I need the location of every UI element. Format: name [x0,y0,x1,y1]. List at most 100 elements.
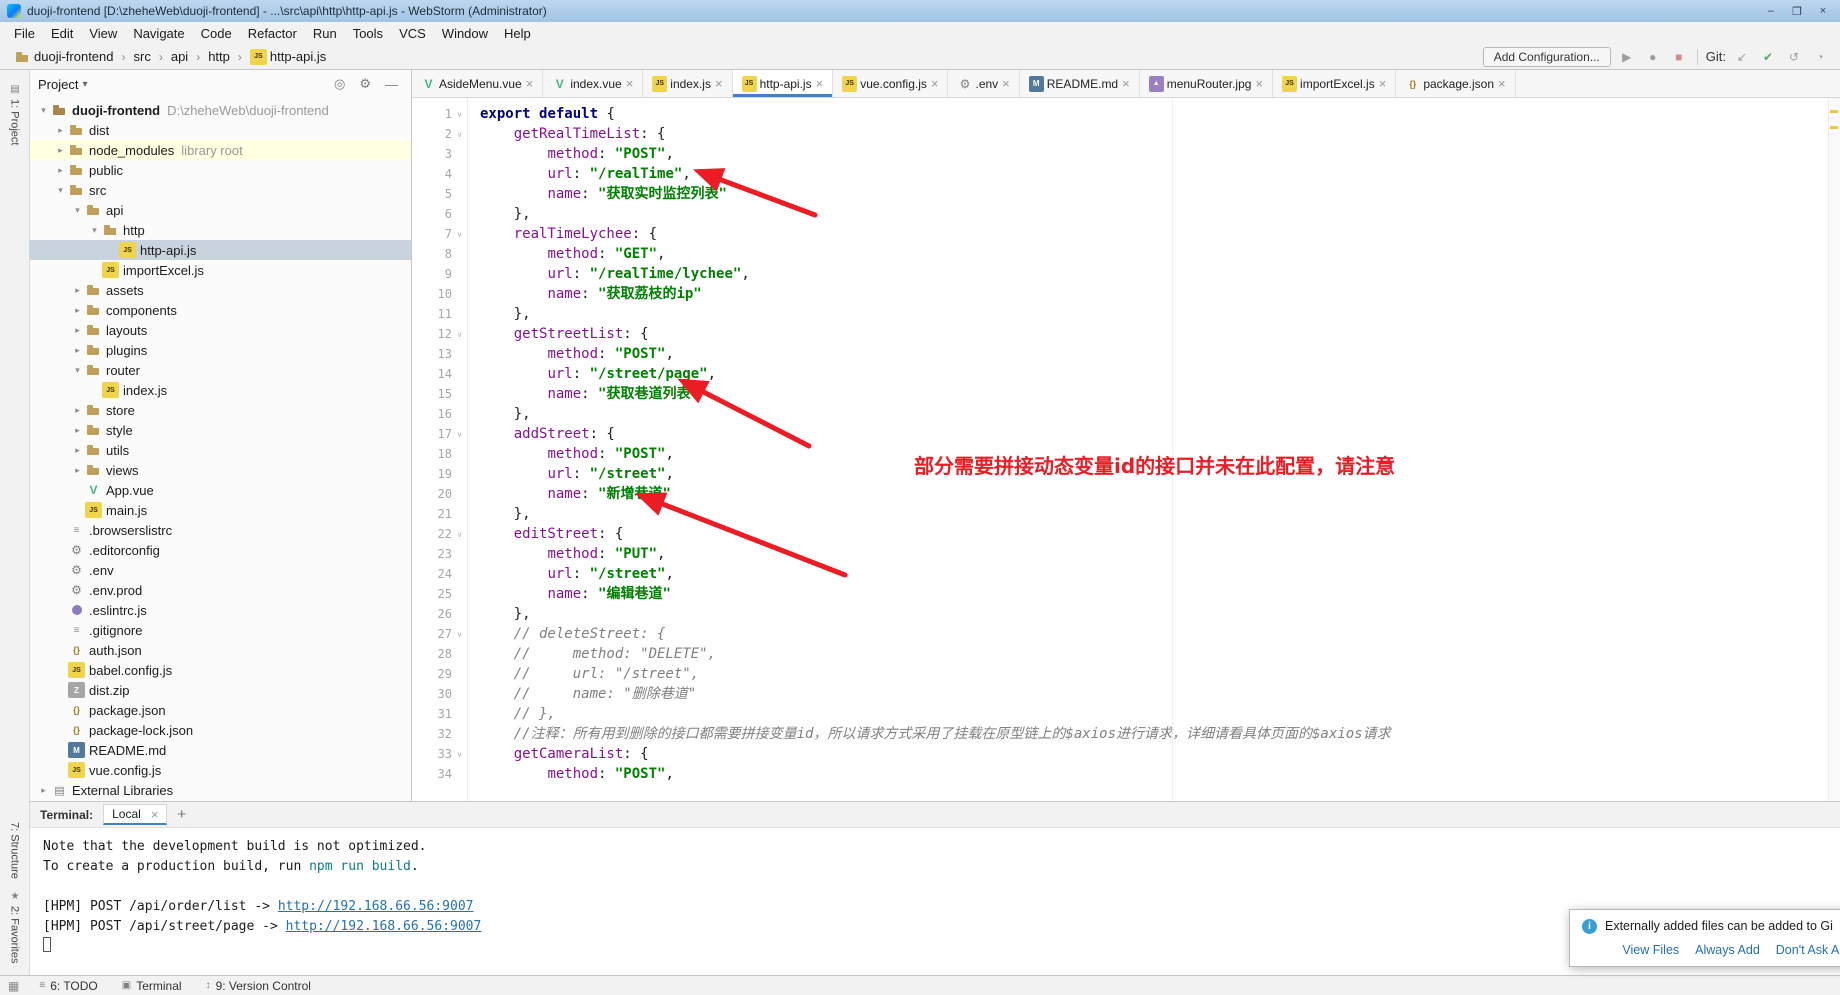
gear-icon[interactable]: ⚙ [354,76,376,92]
close-icon[interactable]: × [816,77,824,90]
terminal-link[interactable]: http://192.168.66.56:9007 [286,919,482,934]
tree-item-http-api.js[interactable]: JShttp-api.js [30,240,411,260]
fold-icon[interactable]: ∨ [452,330,467,339]
code-line[interactable]: getCameraList: { [480,744,1826,764]
new-terminal-button[interactable]: + [177,806,186,823]
close-icon[interactable]: × [1379,77,1387,90]
tree-expand-icon[interactable]: ▸ [70,465,85,476]
code-line[interactable]: method: "POST", [480,444,1826,464]
tab-vue.config.js[interactable]: JSvue.config.js× [833,70,948,97]
status-todo[interactable]: ≡6: TODO [27,979,109,993]
fold-icon[interactable]: ∨ [452,530,467,539]
close-icon[interactable]: × [1255,77,1263,90]
fold-icon[interactable]: ∨ [452,110,467,119]
close-icon[interactable]: × [626,77,634,90]
tree-item-package-lock.json[interactable]: {}package-lock.json [30,720,411,740]
menu-item-tools[interactable]: Tools [345,24,391,43]
code-line[interactable]: method: "PUT", [480,544,1826,564]
fold-icon[interactable]: ∨ [452,430,467,439]
tree-item-duoji-frontend[interactable]: ▾duoji-frontendD:\zheheWeb\duoji-fronten… [30,100,411,120]
tree-item-.gitignore[interactable]: ≡.gitignore [30,620,411,640]
notification-action-view-files[interactable]: View Files [1622,943,1679,957]
menu-item-run[interactable]: Run [305,24,345,43]
code-line[interactable]: }, [480,204,1826,224]
tree-item-dist.zip[interactable]: Zdist.zip [30,680,411,700]
tree-item-.env.prod[interactable]: ⚙.env.prod [30,580,411,600]
code-line[interactable]: addStreet: { [480,424,1826,444]
tab-http-api.js[interactable]: JShttp-api.js× [733,70,834,97]
code-line[interactable]: editStreet: { [480,524,1826,544]
hide-panel-icon[interactable]: — [380,77,403,92]
tab-index.js[interactable]: JSindex.js× [643,70,732,97]
fold-icon[interactable]: ∨ [452,130,467,139]
tool-window-structure-button[interactable]: 7: Structure [9,822,21,879]
tree-item-style[interactable]: ▸style [30,420,411,440]
tree-collapse-icon[interactable]: ▾ [36,105,51,116]
tab-menurouter.jpg[interactable]: ▲menuRouter.jpg× [1140,70,1273,97]
debug-icon[interactable]: ● [1643,50,1663,64]
code-line[interactable]: url: "/street", [480,564,1826,584]
tree-item-api[interactable]: ▾api [30,200,411,220]
notification-action-always-add[interactable]: Always Add [1695,943,1760,957]
tree-collapse-icon[interactable]: ▾ [70,365,85,376]
tool-window-favorites-button[interactable]: ★2: Favorites [9,891,21,963]
tree-expand-icon[interactable]: ▸ [53,165,68,176]
tree-collapse-icon[interactable]: ▾ [70,205,85,216]
tree-item-src[interactable]: ▾src [30,180,411,200]
code-line[interactable]: url: "/street", [480,464,1826,484]
menu-item-window[interactable]: Window [434,24,496,43]
tab-asidemenu.vue[interactable]: VAsideMenu.vue× [412,70,543,97]
tree-item-babel.config.js[interactable]: JSbabel.config.js [30,660,411,680]
git-commit-icon[interactable]: ✔ [1758,50,1778,64]
status-terminal[interactable]: ▣Terminal [110,979,194,993]
fold-icon[interactable]: ∨ [452,630,467,639]
tab-package.json[interactable]: {}package.json× [1396,70,1515,97]
code-line[interactable]: // name: "删除巷道" [480,684,1826,704]
tree-expand-icon[interactable]: ▸ [70,325,85,336]
add-configuration-button[interactable]: Add Configuration... [1483,47,1611,67]
menu-item-vcs[interactable]: VCS [391,24,434,43]
close-icon[interactable]: × [1498,77,1506,90]
warning-mark[interactable] [1830,110,1838,113]
tree-item-utils[interactable]: ▸utils [30,440,411,460]
breadcrumb-item-api[interactable]: api [167,48,192,65]
close-button[interactable]: × [1810,5,1836,18]
code-line[interactable]: url: "/realTime/lychee", [480,264,1826,284]
tree-item-store[interactable]: ▸store [30,400,411,420]
tree-item-plugins[interactable]: ▸plugins [30,340,411,360]
minimize-button[interactable]: – [1758,5,1784,18]
tree-expand-icon[interactable]: ▸ [70,405,85,416]
menu-item-navigate[interactable]: Navigate [125,24,192,43]
menu-item-refactor[interactable]: Refactor [240,24,305,43]
tree-expand-icon[interactable]: ▸ [53,125,68,136]
code-line[interactable]: //注释：所有用到删除的接口都需要拼接变量id，所以请求方式采用了挂载在原型链上… [480,724,1826,744]
code-line[interactable]: url: "/realTime", [480,164,1826,184]
git-rollback-icon[interactable]: ↺ [1784,50,1804,64]
tree-item-components[interactable]: ▸components [30,300,411,320]
tab-importexcel.js[interactable]: JSimportExcel.js× [1273,70,1396,97]
menu-item-file[interactable]: File [6,24,43,43]
code-line[interactable]: method: "POST", [480,144,1826,164]
tool-window-project-button[interactable]: ▤1: Project [9,84,21,145]
tree-item-public[interactable]: ▸public [30,160,411,180]
menu-item-help[interactable]: Help [496,24,539,43]
tree-item-router[interactable]: ▾router [30,360,411,380]
breadcrumb-item-http-api.js[interactable]: JShttp-api.js [246,48,330,66]
code-line[interactable]: name: "获取实时监控列表" [480,184,1826,204]
code-area[interactable]: 1∨2∨34567∨89101112∨1314151617∨1819202122… [412,98,1840,801]
tool-window-switcher-icon[interactable]: ▦ [6,979,27,993]
code-line[interactable]: getStreetList: { [480,324,1826,344]
tree-item-.env[interactable]: ⚙.env [30,560,411,580]
tree-expand-icon[interactable]: ▸ [70,305,85,316]
code-line[interactable]: realTimeLychee: { [480,224,1826,244]
tree-item-.browserslistrc[interactable]: ≡.browserslistrc [30,520,411,540]
tree-item-auth.json[interactable]: {}auth.json [30,640,411,660]
tree-expand-icon[interactable]: ▸ [70,285,85,296]
code-line[interactable]: method: "POST", [480,344,1826,364]
tab-index.vue[interactable]: Vindex.vue× [543,70,643,97]
tree-item-readme.md[interactable]: MREADME.md [30,740,411,760]
code-line[interactable]: name: "新增巷道" [480,484,1826,504]
tree-item-views[interactable]: ▸views [30,460,411,480]
git-update-icon[interactable]: ↙ [1732,50,1752,64]
tree-item-package.json[interactable]: {}package.json [30,700,411,720]
